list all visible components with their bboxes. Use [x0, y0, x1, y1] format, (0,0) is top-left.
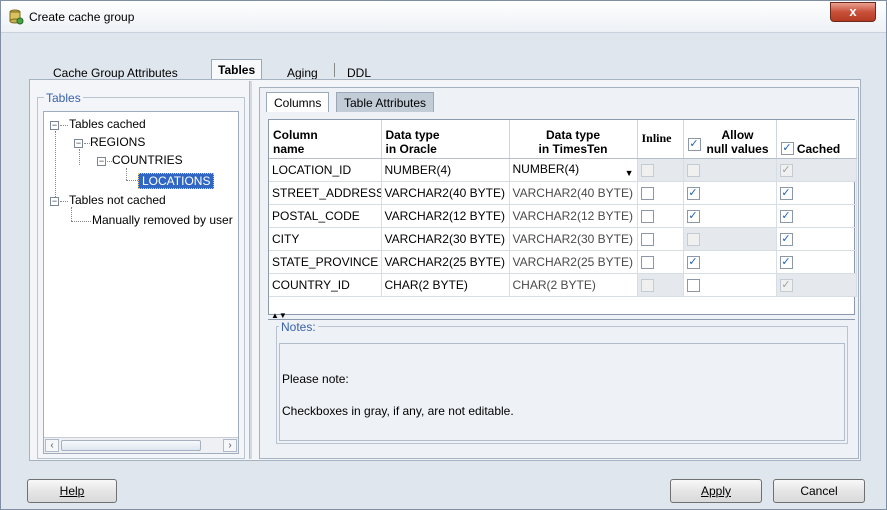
tree-node-regions[interactable]: REGIONS — [90, 135, 145, 149]
cached-checkbox: ✓ — [779, 163, 793, 177]
table-row[interactable]: STREET_ADDRESS VARCHAR2(40 BYTE) VARCHAR… — [269, 181, 857, 205]
allow-null-all-checkbox[interactable]: ✓ — [687, 137, 701, 151]
allow-null-checkbox[interactable]: ✓ — [686, 209, 700, 223]
table-row[interactable]: STATE_PROVINCE VARCHAR2(25 BYTE) VARCHAR… — [269, 250, 857, 274]
table-row[interactable]: CITY VARCHAR2(30 BYTE) VARCHAR2(30 BYTE)… — [269, 227, 857, 251]
notes-group-box: Notes: Please note: Checkboxes in gray, … — [276, 320, 848, 444]
tables-tree[interactable]: − Tables cached − REGIONS − COUNTRIES LO… — [43, 111, 239, 454]
header-column-name[interactable]: Column name — [269, 120, 382, 159]
dropdown-arrow-icon[interactable]: ▼ — [625, 168, 634, 178]
notes-content: Please note: Checkboxes in gray, if any,… — [279, 343, 845, 441]
cached-checkbox[interactable]: ✓ — [779, 186, 793, 200]
cached-all-checkbox[interactable]: ✓ — [780, 141, 794, 155]
scroll-left-icon[interactable]: ‹ — [45, 439, 59, 452]
window-title: Create cache group — [29, 10, 135, 24]
collapse-icon[interactable]: − — [50, 197, 59, 206]
dialog-window: Create cache group x Cache Group Attribu… — [0, 0, 887, 510]
inline-checkbox — [640, 278, 654, 292]
inline-checkbox — [640, 163, 654, 177]
header-oracle-type[interactable]: Data type in Oracle — [381, 120, 510, 159]
inline-checkbox[interactable] — [640, 255, 654, 269]
inline-checkbox[interactable] — [640, 232, 654, 246]
tree-node-locations[interactable]: LOCATIONS — [138, 173, 215, 189]
cancel-button[interactable]: Cancel — [773, 479, 865, 503]
inline-checkbox[interactable] — [640, 209, 654, 223]
allow-null-checkbox[interactable] — [686, 278, 700, 292]
tree-node-tables-cached[interactable]: Tables cached — [69, 117, 146, 131]
table-row[interactable]: POSTAL_CODE VARCHAR2(12 BYTE) VARCHAR2(1… — [269, 204, 857, 228]
close-button[interactable]: x — [830, 2, 876, 22]
collapse-icon[interactable]: − — [74, 139, 83, 148]
columns-grid: Column name Data type in Oracle Data typ… — [268, 119, 857, 315]
tables-legend: Tables — [44, 91, 83, 105]
horizontal-splitter[interactable]: ▲▼ — [268, 311, 855, 320]
tab-tables[interactable]: Tables — [211, 59, 263, 79]
allow-null-checkbox[interactable]: ✓ — [686, 255, 700, 269]
tree-horizontal-scrollbar[interactable]: ‹ › — [44, 437, 238, 453]
note-line-2: Checkboxes in gray, if any, are not edit… — [282, 404, 514, 418]
inline-checkbox[interactable] — [640, 186, 654, 200]
cached-checkbox[interactable]: ✓ — [779, 255, 793, 269]
allow-null-checkbox — [686, 163, 700, 177]
header-cached[interactable]: ✓ Cached — [776, 120, 857, 159]
header-timesten-type[interactable]: Data type in TimesTen — [509, 120, 638, 159]
header-inline[interactable]: Inline — [637, 120, 684, 159]
vertical-splitter[interactable] — [249, 81, 252, 459]
title-bar: Create cache group — [1, 1, 886, 33]
notes-legend: Notes: — [279, 320, 318, 334]
scroll-right-icon[interactable]: › — [223, 439, 237, 452]
collapse-icon[interactable]: − — [50, 121, 59, 130]
table-row[interactable]: LOCATION_ID NUMBER(4) NUMBER(4) ▼ ✓ — [269, 158, 857, 182]
tree-node-manually-removed[interactable]: Manually removed by user — [92, 213, 233, 227]
close-icon: x — [849, 4, 857, 19]
timesten-type-dropdown[interactable]: NUMBER(4) ▼ — [509, 158, 638, 182]
cached-checkbox[interactable]: ✓ — [779, 209, 793, 223]
header-allow-null[interactable]: ✓ Allow null values — [683, 120, 777, 159]
help-button[interactable]: Help — [27, 479, 117, 503]
subtab-table-attributes[interactable]: Table Attributes — [336, 92, 435, 112]
tree-node-countries[interactable]: COUNTRIES — [112, 153, 183, 167]
tree-node-tables-not-cached[interactable]: Tables not cached — [69, 193, 166, 207]
database-icon — [9, 9, 24, 25]
note-line-1: Please note: — [282, 372, 349, 386]
cached-checkbox[interactable]: ✓ — [779, 232, 793, 246]
table-row[interactable]: COUNTRY_ID CHAR(2 BYTE) CHAR(2 BYTE) ✓ — [269, 273, 857, 297]
splitter-arrows-icon[interactable]: ▲▼ — [271, 311, 287, 320]
apply-button[interactable]: Apply — [670, 479, 762, 503]
collapse-icon[interactable]: − — [97, 157, 106, 166]
scroll-thumb[interactable] — [61, 440, 201, 451]
subtab-columns[interactable]: Columns — [266, 92, 330, 112]
allow-null-checkbox — [686, 232, 700, 246]
allow-null-checkbox[interactable]: ✓ — [686, 186, 700, 200]
tab-separator — [334, 63, 335, 77]
cached-checkbox: ✓ — [779, 278, 793, 292]
